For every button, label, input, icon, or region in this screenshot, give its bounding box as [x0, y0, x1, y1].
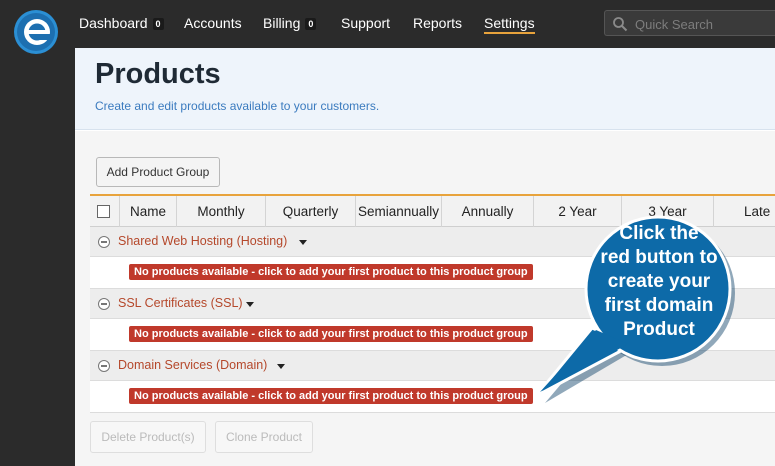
- column-header-semiannually[interactable]: Semiannually: [355, 196, 441, 227]
- product-group-name[interactable]: Shared Web Hosting (Hosting): [118, 234, 287, 248]
- add-first-product-button[interactable]: No products available - click to add you…: [129, 264, 533, 280]
- callout-line: red button to: [600, 247, 718, 268]
- search-box: [604, 10, 775, 36]
- callout-line: Product: [623, 319, 695, 340]
- collapse-icon[interactable]: [98, 360, 110, 372]
- select-all-checkbox[interactable]: [97, 205, 110, 218]
- add-first-product-button[interactable]: No products available - click to add you…: [129, 326, 533, 342]
- callout-line: Click the: [619, 223, 699, 244]
- nav-settings-label: Settings: [484, 15, 535, 31]
- top-navigation-bar: Dashboard 0 Accounts Billing 0 Support Rep…: [0, 0, 775, 54]
- dropdown-caret-icon[interactable]: [299, 240, 307, 245]
- delete-products-button[interactable]: Delete Product(s): [90, 421, 206, 453]
- nav-dashboard-label: Dashboard: [79, 15, 148, 31]
- search-input[interactable]: [635, 15, 771, 33]
- dropdown-caret-icon[interactable]: [246, 302, 254, 307]
- product-group-name[interactable]: SSL Certificates (SSL): [118, 296, 243, 310]
- nav-dashboard[interactable]: Dashboard 0: [79, 15, 164, 31]
- nav-reports[interactable]: Reports: [413, 15, 462, 31]
- add-product-group-button[interactable]: Add Product Group: [96, 157, 220, 187]
- dropdown-caret-icon[interactable]: [277, 364, 285, 369]
- collapse-icon[interactable]: [98, 298, 110, 310]
- nav-billing[interactable]: Billing 0: [263, 15, 317, 31]
- nav-billing-label: Billing: [263, 15, 301, 31]
- page-subtitle: Create and edit products available to yo…: [95, 99, 380, 113]
- nav-settings[interactable]: Settings: [484, 15, 535, 34]
- search-icon[interactable]: [612, 16, 628, 32]
- page-header: Products Create and edit products availa…: [75, 48, 775, 130]
- callout-line: create your: [607, 271, 711, 292]
- e-logo-icon[interactable]: [12, 8, 60, 56]
- column-header-name[interactable]: Name: [119, 196, 176, 227]
- nav-billing-badge: 0: [305, 18, 317, 30]
- clone-product-button[interactable]: Clone Product: [215, 421, 313, 453]
- nav-accounts[interactable]: Accounts: [184, 15, 242, 31]
- nav-reports-label: Reports: [413, 15, 463, 31]
- page-title: Products: [95, 58, 221, 90]
- column-header-quarterly[interactable]: Quarterly: [265, 196, 355, 227]
- nav-support[interactable]: Support: [341, 15, 390, 31]
- callout-text: Click the red button to create your firs…: [591, 222, 727, 342]
- nav-support-label: Support: [341, 15, 391, 31]
- nav-dashboard-badge: 0: [152, 18, 164, 30]
- product-group-name[interactable]: Domain Services (Domain): [118, 358, 267, 372]
- collapse-icon[interactable]: [98, 236, 110, 248]
- callout-line: first domain: [604, 295, 714, 316]
- add-first-product-button[interactable]: No products available - click to add you…: [129, 388, 533, 404]
- column-header-monthly[interactable]: Monthly: [176, 196, 265, 227]
- nav-accounts-label: Accounts: [184, 15, 242, 31]
